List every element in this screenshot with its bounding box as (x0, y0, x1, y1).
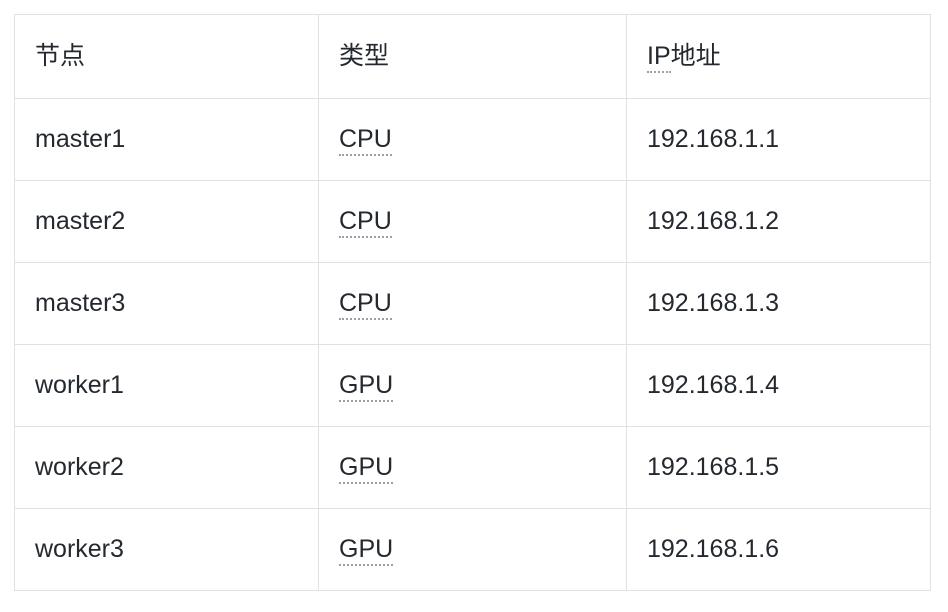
cell-type: GPU (318, 344, 627, 427)
node-table-container: 节点 类型 IP地址 master1 CPU 192.168.1.1 maste… (14, 14, 931, 591)
table-row: worker1 GPU 192.168.1.4 (14, 344, 931, 427)
table-row: master2 CPU 192.168.1.2 (14, 180, 931, 263)
cell-node: worker1 (14, 344, 319, 427)
node-table: 节点 类型 IP地址 master1 CPU 192.168.1.1 maste… (14, 14, 931, 591)
column-header-type-label: 类型 (339, 42, 390, 71)
cell-node: worker3 (14, 508, 319, 591)
type-abbr-icon: GPU (339, 453, 394, 485)
table-row: master1 CPU 192.168.1.1 (14, 98, 931, 181)
cell-ip: 192.168.1.2 (626, 180, 931, 263)
cell-type: GPU (318, 508, 627, 591)
table-header-row: 节点 类型 IP地址 (14, 14, 931, 99)
cell-type: CPU (318, 262, 627, 345)
type-abbr-icon: CPU (339, 207, 392, 239)
column-header-ip-label: 地址 (670, 42, 721, 71)
cell-node: worker2 (14, 426, 319, 509)
table-row: master3 CPU 192.168.1.3 (14, 262, 931, 345)
cell-type: CPU (318, 180, 627, 263)
type-abbr-icon: GPU (339, 535, 394, 567)
type-abbr-icon: CPU (339, 289, 392, 321)
column-header-type: 类型 (318, 14, 627, 99)
cell-type: CPU (318, 98, 627, 181)
column-header-node-label: 节点 (35, 42, 86, 71)
table-body: master1 CPU 192.168.1.1 master2 CPU 192.… (14, 98, 931, 591)
type-abbr-icon: CPU (339, 125, 392, 157)
ip-abbr-icon: IP (647, 42, 671, 74)
cell-node: master2 (14, 180, 319, 263)
type-abbr-icon: GPU (339, 371, 394, 403)
column-header-node: 节点 (14, 14, 319, 99)
cell-ip: 192.168.1.4 (626, 344, 931, 427)
cell-ip: 192.168.1.5 (626, 426, 931, 509)
cell-node: master1 (14, 98, 319, 181)
cell-node: master3 (14, 262, 319, 345)
cell-ip: 192.168.1.3 (626, 262, 931, 345)
table-header: 节点 类型 IP地址 (14, 14, 931, 99)
cell-type: GPU (318, 426, 627, 509)
table-row: worker3 GPU 192.168.1.6 (14, 508, 931, 591)
cell-ip: 192.168.1.6 (626, 508, 931, 591)
table-row: worker2 GPU 192.168.1.5 (14, 426, 931, 509)
column-header-ip: IP地址 (626, 14, 931, 99)
cell-ip: 192.168.1.1 (626, 98, 931, 181)
